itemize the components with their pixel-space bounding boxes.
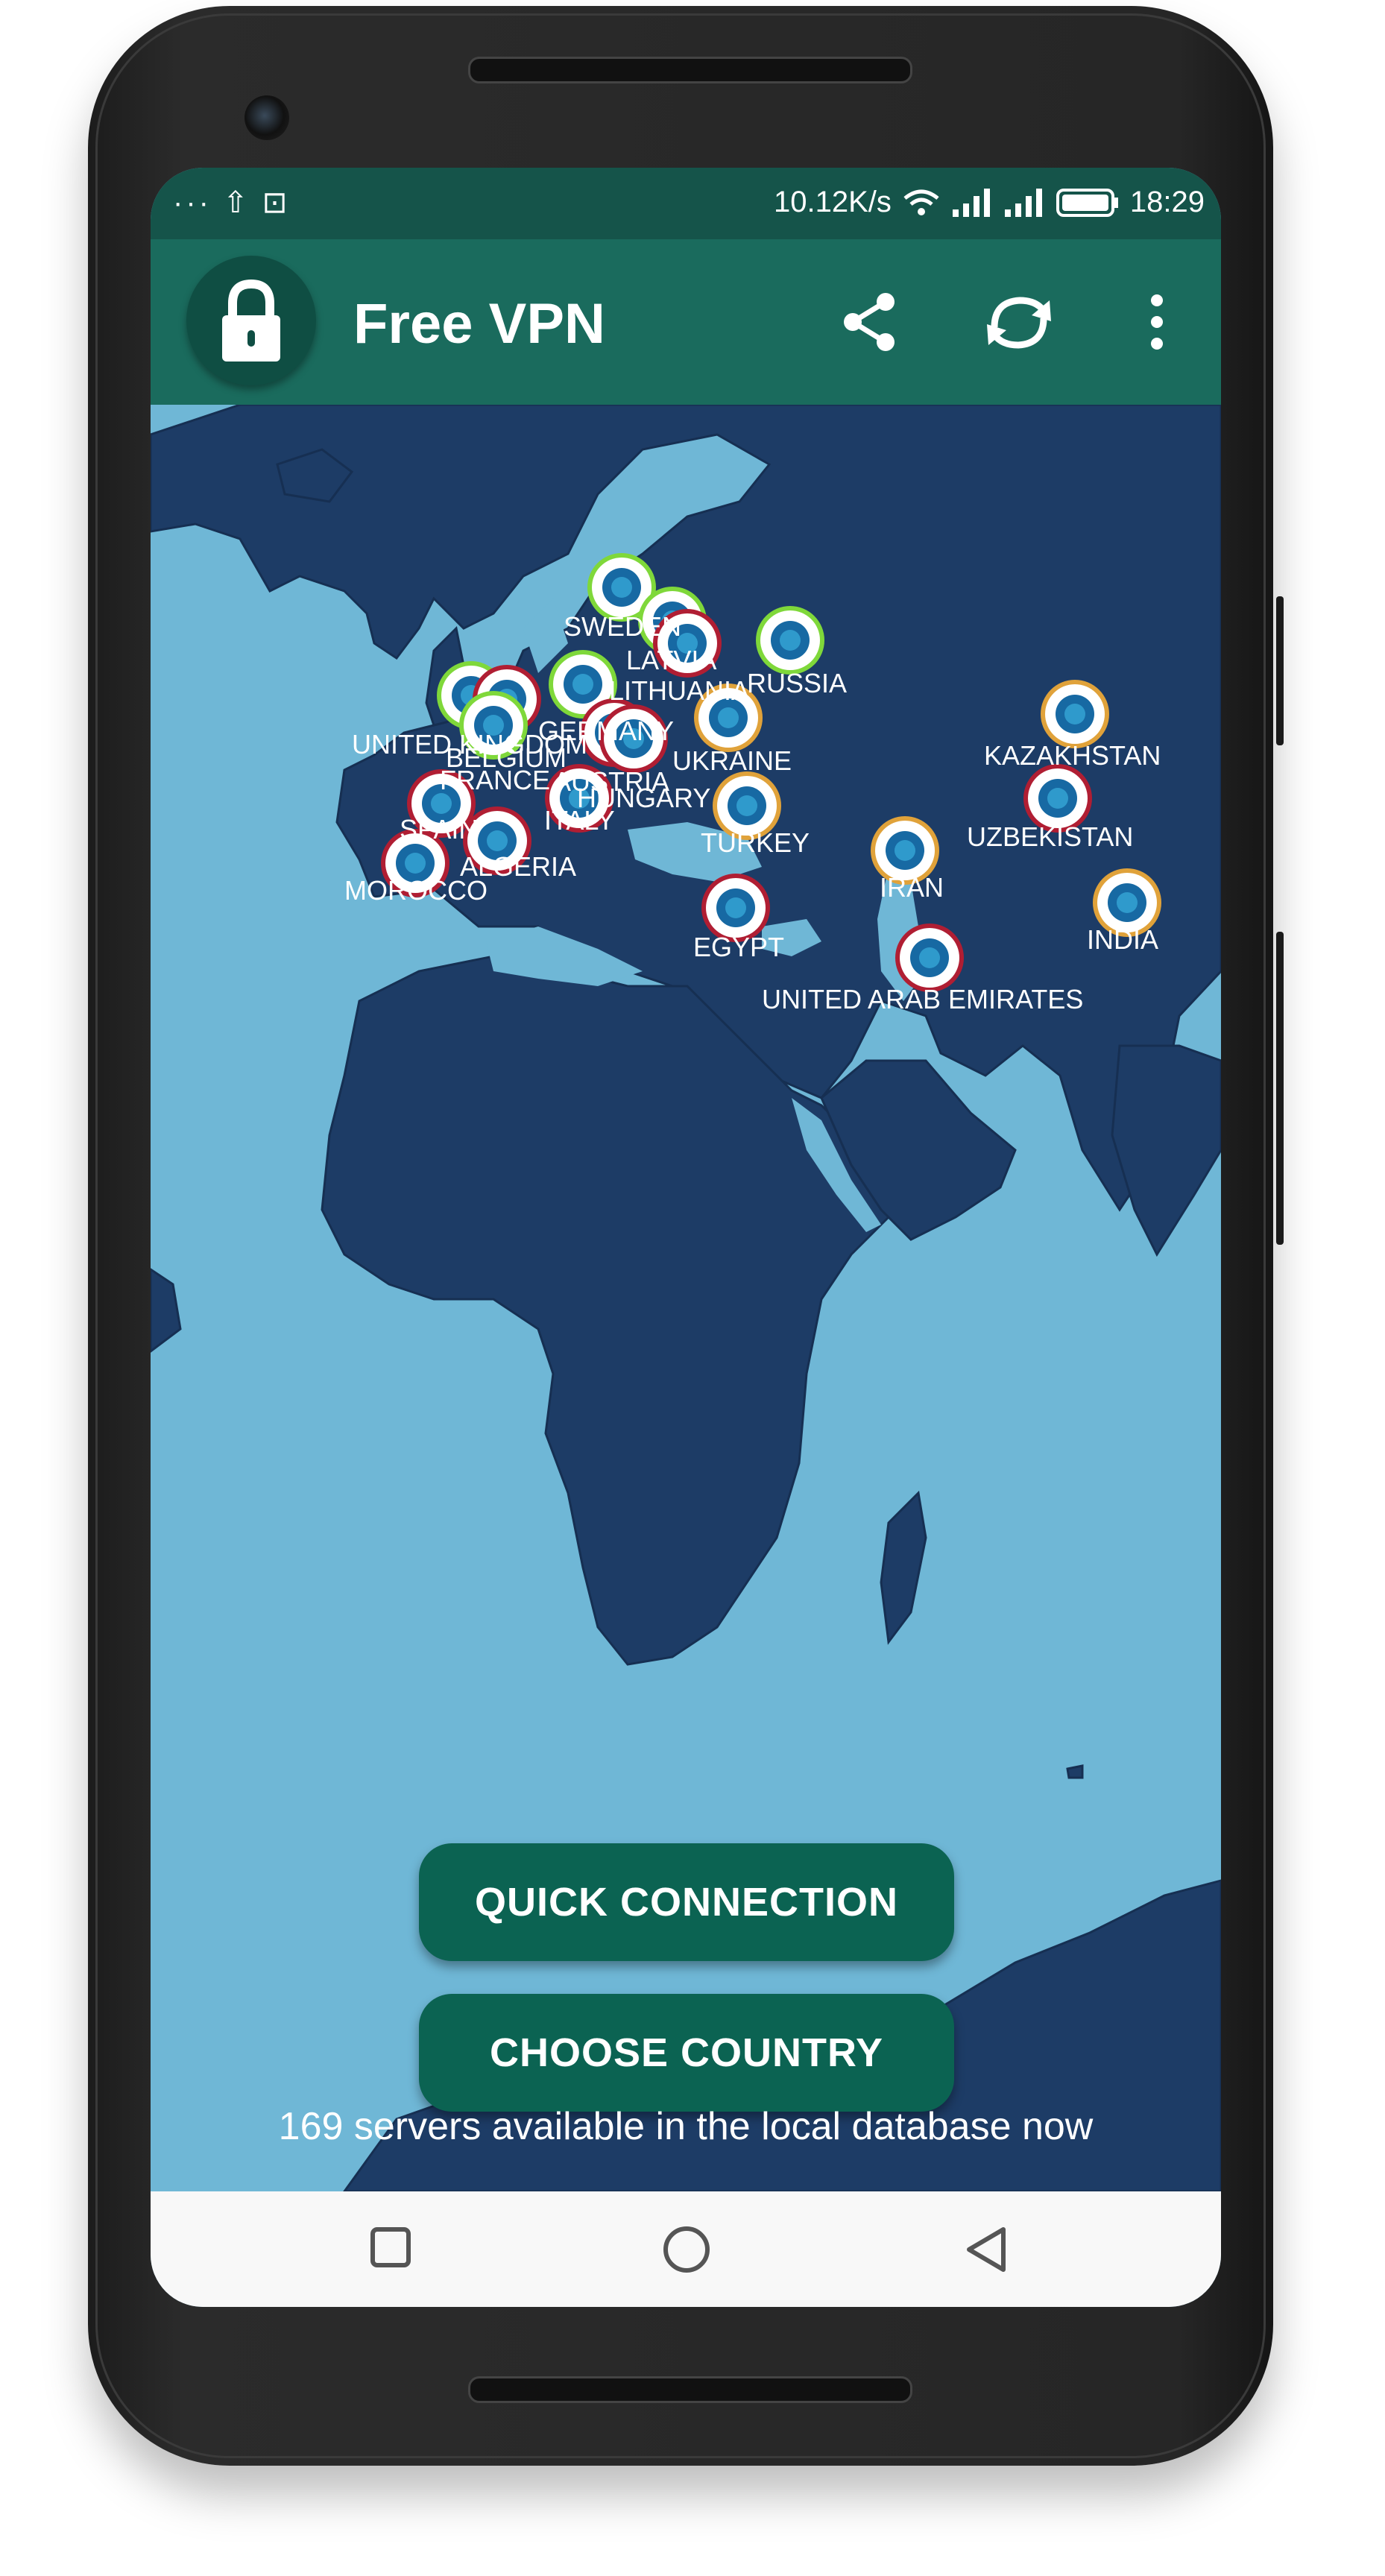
share-icon[interactable] (836, 288, 903, 356)
notification-icons: ··· ⇧ ⊡ (173, 186, 291, 219)
label-turkey: TURKEY (701, 827, 810, 858)
lock-button[interactable] (186, 256, 316, 385)
label-italy: ITALY (544, 805, 615, 836)
phone-screen: ··· ⇧ ⊡ 10.12K/s 18:29 Free VPN SWEDEN L… (151, 168, 1221, 2307)
battery-icon (1056, 188, 1118, 217)
label-uzbekistan: UZBEKISTAN (967, 821, 1133, 852)
navigation-bar (151, 2191, 1221, 2307)
label-lithuania: LITHUANIA (609, 675, 749, 706)
label-kazakhstan: KAZAKHSTAN (984, 740, 1161, 771)
lock-icon (222, 279, 280, 362)
clock: 18:29 (1129, 186, 1205, 218)
network-speed: 10.12K/s (774, 186, 892, 218)
refresh-icon[interactable] (978, 288, 1060, 356)
recents-square-icon[interactable] (368, 2225, 413, 2270)
label-spain: SPAIN (400, 814, 478, 845)
servers-available-text: 169 servers available in the local datab… (278, 2105, 1094, 2148)
label-russia: RUSSIA (747, 668, 847, 698)
app-bar: Free VPN (151, 239, 1221, 405)
top-speaker (468, 57, 912, 83)
volume-button (1276, 932, 1284, 1245)
signal-icon-2 (1004, 188, 1042, 217)
label-iran: IRAN (880, 872, 944, 903)
wifi-icon (903, 189, 939, 215)
back-triangle-icon[interactable] (963, 2225, 1011, 2274)
more-vert-icon[interactable] (1142, 288, 1172, 356)
label-latvia: LATVIA (626, 645, 716, 675)
label-india: INDIA (1087, 924, 1158, 955)
signal-icon-1 (952, 188, 990, 217)
bottom-speaker (468, 2376, 912, 2403)
label-egypt: EGYPT (693, 932, 784, 962)
label-sweden: SWEDEN (564, 611, 681, 642)
choose-country-button[interactable]: CHOOSE COUNTRY (419, 1994, 954, 2112)
quick-connection-button[interactable]: QUICK CONNECTION (419, 1843, 954, 1961)
label-uae: UNITED ARAB EMIRATES (762, 984, 1083, 1014)
label-ukraine: UKRAINE (672, 745, 792, 776)
label-morocco: MOROCCO (344, 875, 488, 906)
status-bar: ··· ⇧ ⊡ 10.12K/s 18:29 (151, 168, 1221, 239)
label-france: FRANCE (440, 765, 550, 795)
power-button (1276, 596, 1284, 745)
home-circle-icon[interactable] (662, 2225, 711, 2274)
app-title: Free VPN (353, 292, 605, 356)
front-camera (244, 95, 289, 140)
